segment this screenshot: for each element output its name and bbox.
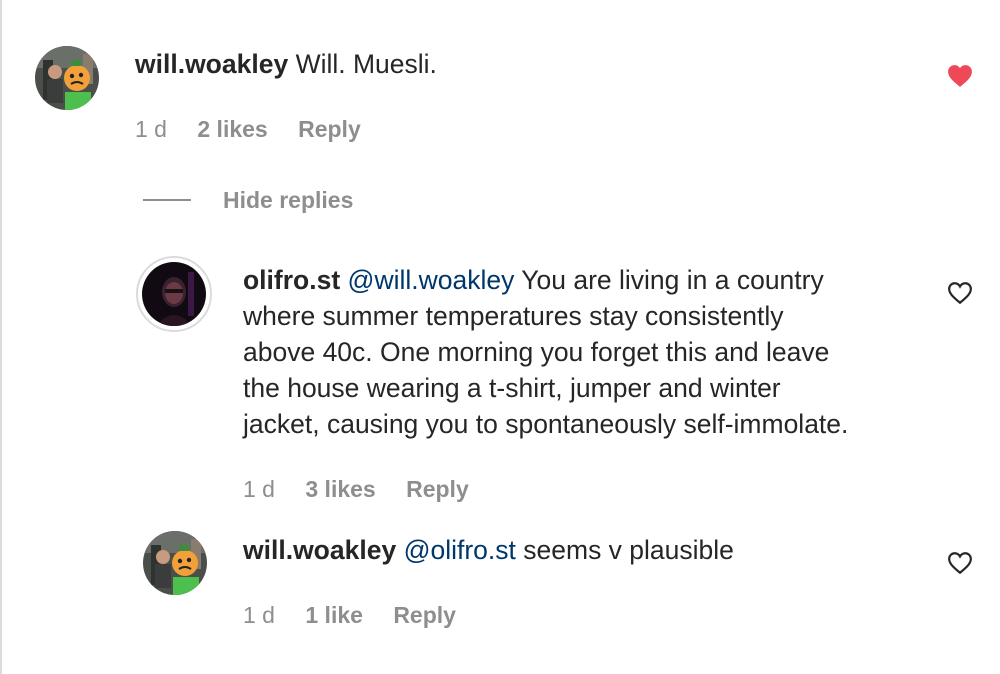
reply-text: olifro.st @will.woakley You are living i…	[243, 262, 943, 442]
reply-time: 1 d	[243, 602, 275, 628]
reply-meta: 1 d 1 like Reply	[243, 602, 480, 629]
reply-mention[interactable]: @will.woakley	[348, 265, 515, 295]
heart-outline-icon[interactable]	[947, 281, 973, 305]
reply-username[interactable]: will.woakley	[243, 535, 396, 565]
reply-button[interactable]: Reply	[298, 116, 361, 142]
reply-button[interactable]: Reply	[406, 476, 469, 502]
heart-filled-icon[interactable]	[947, 64, 973, 88]
profile-photo-icon	[35, 46, 99, 110]
comment-likes[interactable]: 2 likes	[197, 116, 267, 142]
comment-meta: 1 d 2 likes Reply	[135, 116, 385, 143]
reply-username[interactable]: olifro.st	[243, 265, 340, 295]
left-border	[0, 0, 2, 674]
replies-divider	[143, 199, 191, 201]
hide-replies-label: Hide replies	[223, 186, 354, 213]
comment-time: 1 d	[135, 116, 167, 142]
reply-line: jacket, causing you to spontaneously sel…	[243, 409, 849, 439]
reply-time: 1 d	[243, 476, 275, 502]
avatar[interactable]	[143, 531, 207, 595]
reply-line: You are living in a country	[521, 265, 824, 295]
hide-replies-button[interactable]: Hide replies	[143, 186, 353, 214]
comment-username[interactable]: will.woakley	[135, 49, 288, 79]
reply-likes[interactable]: 1 like	[305, 602, 363, 628]
avatar[interactable]	[136, 256, 212, 332]
avatar[interactable]	[35, 46, 99, 110]
heart-outline-icon[interactable]	[947, 551, 973, 575]
reply-meta: 1 d 3 likes Reply	[243, 476, 493, 503]
reply-likes[interactable]: 3 likes	[305, 476, 375, 502]
reply-body: seems v plausible	[523, 535, 734, 565]
reply-button[interactable]: Reply	[393, 602, 456, 628]
reply-line: where summer temperatures stay consisten…	[243, 301, 784, 331]
profile-photo-icon	[142, 262, 206, 326]
comment-text: will.woakley Will. Muesli.	[135, 46, 895, 82]
comment-body: Will. Muesli.	[295, 49, 437, 79]
reply-line: above 40c. One morning you forget this a…	[243, 337, 830, 367]
reply-text: will.woakley @olifro.st seems v plausibl…	[243, 532, 923, 568]
profile-photo-icon	[143, 531, 207, 595]
reply-mention[interactable]: @olifro.st	[404, 535, 516, 565]
reply-line: the house wearing a t-shirt, jumper and …	[243, 373, 781, 403]
